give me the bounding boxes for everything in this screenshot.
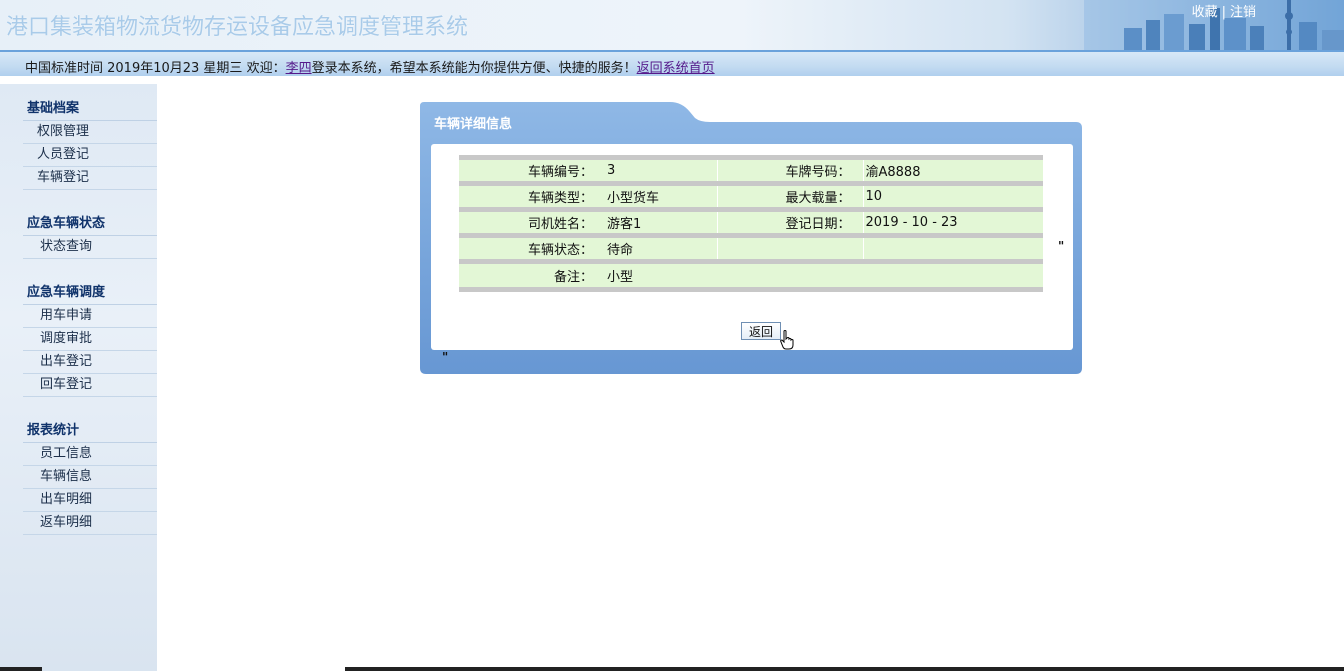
table-row: 车辆类型： 小型货车 最大载量： 10 (459, 181, 1043, 210)
header-banner: 港口集装箱物流货物存运设备应急调度管理系统 收藏 | 注销 (0, 0, 1344, 50)
empty-label-cell (716, 233, 863, 262)
info-bar: 中国标准时间 2019年10月23 星期三 欢迎：李四登录本系统，希望本系统能为… (0, 50, 1344, 76)
welcome-text: 中国标准时间 2019年10月23 星期三 欢迎：李四登录本系统，希望本系统能为… (25, 57, 715, 76)
sidebar-group-title: 报表统计 (23, 420, 157, 443)
sidebar-group-status: 应急车辆状态 状态查询 (23, 213, 157, 259)
logout-link[interactable]: 注销 (1230, 5, 1256, 20)
sidebar-item-permission[interactable]: 权限管理 (23, 121, 157, 144)
link-separator: | (1221, 5, 1226, 20)
favorite-link[interactable]: 收藏 (1192, 5, 1218, 20)
sidebar-item-return-register[interactable]: 回车登记 (23, 374, 157, 397)
vehicle-status-value: 待命 (605, 233, 717, 262)
sidebar-item-vehicle-request[interactable]: 用车申请 (23, 305, 157, 328)
max-load-label: 最大载量： (716, 181, 863, 210)
panel-title: 车辆详细信息 (434, 117, 513, 132)
max-load-value: 10 (862, 181, 1043, 210)
sidebar-item-dispatch-approval[interactable]: 调度审批 (23, 328, 157, 351)
table-row: 备注： 小型 (459, 259, 1043, 292)
vehicle-detail-table: 车辆编号： 3 车牌号码： 渝A8888 车辆类型： 小型货车 最大载量： 10… (459, 155, 1043, 292)
panel-body: 车辆编号： 3 车牌号码： 渝A8888 车辆类型： 小型货车 最大载量： 10… (431, 144, 1073, 350)
system-title: 港口集装箱物流货物存运设备应急调度管理系统 (6, 15, 469, 40)
stray-mark-right: " (1058, 239, 1065, 253)
sidebar-item-departure-detail[interactable]: 出车明细 (23, 489, 157, 512)
sidebar-group-title: 应急车辆调度 (23, 282, 157, 305)
driver-name-label: 司机姓名： (459, 207, 605, 236)
sidebar-group-reports: 报表统计 员工信息 车辆信息 出车明细 返车明细 (23, 420, 157, 535)
table-row: 车辆状态： 待命 (459, 233, 1043, 262)
table-row: 车辆编号： 3 车牌号码： 渝A8888 (459, 155, 1043, 184)
sidebar-item-staff-info[interactable]: 员工信息 (23, 443, 157, 466)
sidebar-group-basic: 基础档案 权限管理 人员登记 车辆登记 (23, 98, 157, 190)
home-link[interactable]: 返回系统首页 (637, 61, 715, 76)
remark-value: 小型 (605, 259, 1043, 292)
date-prefix: 中国标准时间 2019年10月23 星期三 欢迎： (25, 61, 286, 76)
vehicle-status-label: 车辆状态： (459, 233, 605, 262)
vehicle-detail-panel: 车辆详细信息 车辆编号： 3 车牌号码： 渝A8888 车辆类型： 小型货车 最… (420, 102, 1082, 374)
table-row: 司机姓名： 游客1 登记日期： 2019 - 10 - 23 (459, 207, 1043, 236)
header-links: 收藏 | 注销 (1192, 1, 1256, 20)
empty-value-cell (862, 233, 1043, 262)
user-link[interactable]: 李四 (286, 61, 312, 76)
hand-cursor-icon (780, 330, 794, 350)
sidebar-item-vehicle-register[interactable]: 车辆登记 (23, 167, 157, 190)
driver-name-value: 游客1 (605, 207, 717, 236)
vehicle-id-value: 3 (605, 155, 717, 184)
vehicle-type-value: 小型货车 (605, 181, 717, 210)
sidebar-group-title: 基础档案 (23, 98, 157, 121)
sidebar-item-vehicle-info[interactable]: 车辆信息 (23, 466, 157, 489)
welcome-message: 登录本系统，希望本系统能为你提供方便、快捷的服务！ (311, 61, 637, 76)
stray-mark-bottom: " (442, 350, 449, 364)
sidebar: 基础档案 权限管理 人员登记 车辆登记 应急车辆状态 状态查询 应急车辆调度 用… (0, 84, 157, 671)
sidebar-item-return-detail[interactable]: 返车明细 (23, 512, 157, 535)
vehicle-id-label: 车辆编号： (459, 155, 605, 184)
sidebar-group-title: 应急车辆状态 (23, 213, 157, 236)
sidebar-item-status-query[interactable]: 状态查询 (23, 236, 157, 259)
plate-number-value: 渝A8888 (862, 155, 1043, 184)
plate-number-label: 车牌号码： (716, 155, 863, 184)
remark-label: 备注： (459, 259, 605, 292)
sidebar-group-dispatch: 应急车辆调度 用车申请 调度审批 出车登记 回车登记 (23, 282, 157, 397)
register-date-label: 登记日期： (716, 207, 863, 236)
vehicle-type-label: 车辆类型： (459, 181, 605, 210)
bottom-edge (0, 667, 1344, 671)
back-button[interactable]: 返回 (741, 322, 781, 340)
sidebar-item-staff-register[interactable]: 人员登记 (23, 144, 157, 167)
register-date-value: 2019 - 10 - 23 (862, 207, 1043, 236)
sidebar-item-departure-register[interactable]: 出车登记 (23, 351, 157, 374)
